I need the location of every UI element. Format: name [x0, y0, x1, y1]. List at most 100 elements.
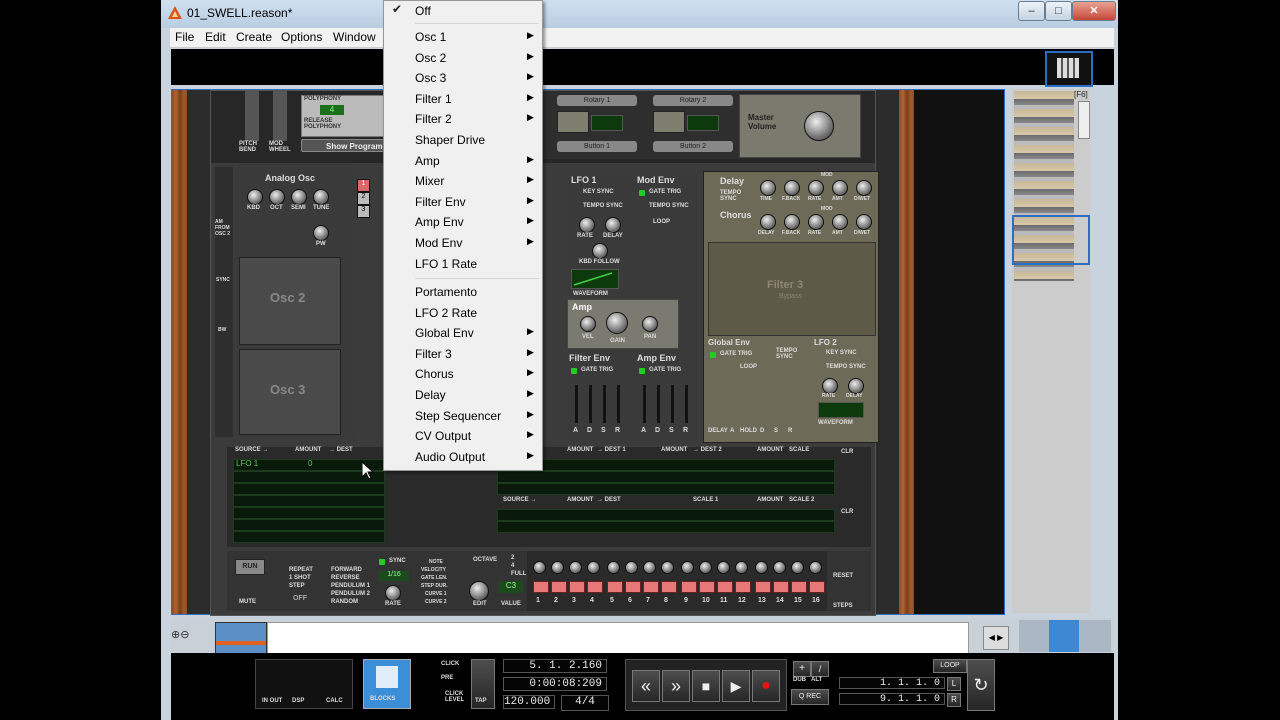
left-locator-button[interactable]: L [947, 677, 961, 691]
rotary-2-knob[interactable] [653, 111, 685, 133]
menu-item-step-sequencer[interactable]: Step Sequencer ▶ [384, 406, 542, 426]
menu-item-filter-2[interactable]: Filter 2 ▶ [384, 109, 542, 129]
chorus-fback-knob[interactable] [784, 214, 800, 230]
master-volume-knob[interactable] [804, 111, 834, 141]
step-button-9[interactable] [681, 581, 697, 593]
click-label[interactable]: CLICK [441, 661, 459, 667]
step-knob-6[interactable] [625, 561, 638, 574]
delay-amt-knob[interactable] [832, 180, 848, 196]
menu-item-filter-1[interactable]: Filter 1 ▶ [384, 89, 542, 109]
mod-env-gate-trig-led[interactable] [639, 190, 645, 196]
step-knob-16[interactable] [809, 561, 822, 574]
filter-env-gate-trig-led[interactable] [571, 368, 577, 374]
right-locator-display[interactable]: 9. 1. 1. 0 [839, 693, 945, 705]
loop-button[interactable]: LOOP [933, 659, 967, 673]
edit-knob[interactable] [469, 581, 489, 601]
step-button-16[interactable] [809, 581, 825, 593]
menu-item-lfo-2-rate[interactable]: LFO 2 Rate [384, 303, 542, 323]
step-knob-14[interactable] [773, 561, 786, 574]
menu-item-mixer[interactable]: Mixer ▶ [384, 171, 542, 191]
amp-env-gate-trig-led[interactable] [639, 368, 645, 374]
blocks-button[interactable]: BLOCKS [363, 659, 411, 709]
menu-item-filter-env[interactable]: Filter Env ▶ [384, 192, 542, 212]
menu-create[interactable]: Create [236, 30, 272, 44]
button-1[interactable]: Button 1 [557, 141, 637, 152]
step-knob-13[interactable] [755, 561, 768, 574]
osc1-semi-knob[interactable] [291, 189, 307, 205]
osc1-tune-knob[interactable] [313, 189, 329, 205]
step-button-2[interactable] [551, 581, 567, 593]
chorus-rate-knob[interactable] [808, 214, 824, 230]
step-button-14[interactable] [773, 581, 789, 593]
chorus-delay-knob[interactable] [760, 214, 776, 230]
osc2-slot[interactable]: Osc 2 [239, 257, 341, 345]
maximize-button[interactable]: □ [1045, 1, 1072, 21]
route-3-button[interactable]: 3 [357, 205, 370, 218]
osc1-kbd-knob[interactable] [247, 189, 263, 205]
menu-item-osc-2[interactable]: Osc 2 ▶ [384, 48, 542, 68]
amp-env-d-fader[interactable] [657, 385, 660, 423]
delay-time-knob[interactable] [760, 180, 776, 196]
menu-window[interactable]: Window [333, 30, 376, 44]
tap-button[interactable]: TAP [471, 659, 495, 709]
menu-item-mod-env[interactable]: Mod Env ▶ [384, 233, 542, 253]
song-timeline[interactable] [267, 622, 969, 654]
step-button-6[interactable] [625, 581, 641, 593]
menu-item-osc-3[interactable]: Osc 3 ▶ [384, 68, 542, 88]
step-button-10[interactable] [699, 581, 715, 593]
minimize-button[interactable]: – [1018, 1, 1045, 21]
step-knob-11[interactable] [717, 561, 730, 574]
amp-env-a-fader[interactable] [643, 385, 646, 423]
filter-env-r-fader[interactable] [617, 385, 620, 423]
step-button-13[interactable] [755, 581, 771, 593]
step-knob-9[interactable] [681, 561, 694, 574]
lfo1-kbd-follow-knob[interactable] [592, 243, 608, 259]
filter-env-s-fader[interactable] [603, 385, 606, 423]
dir-pendulum-1[interactable]: PENDULUM 1 [331, 583, 370, 589]
menu-item-off[interactable]: ✔ Off [384, 1, 542, 21]
menu-options[interactable]: Options [281, 30, 322, 44]
rotary-1-knob[interactable] [557, 111, 589, 133]
seq-reset-label[interactable]: RESET [833, 573, 853, 579]
amp-gain-knob[interactable] [606, 312, 628, 334]
step-knob-15[interactable] [791, 561, 804, 574]
mode-off[interactable]: OFF [293, 595, 307, 602]
octave-opt-4[interactable]: 4 [511, 563, 514, 569]
dir-forward[interactable]: FORWARD [331, 567, 362, 573]
step-knob-5[interactable] [607, 561, 620, 574]
matrix-right-row-4[interactable] [497, 509, 835, 521]
target-gate-len[interactable]: GATE LEN. [421, 575, 447, 581]
close-button[interactable]: ✕ [1072, 1, 1116, 21]
amp-env-s-fader[interactable] [671, 385, 674, 423]
reason-logo-button[interactable]: ↻ [967, 659, 995, 711]
matrix-row-4[interactable] [233, 495, 385, 507]
scroll-arrows[interactable]: ◀ ▶ [983, 626, 1009, 650]
q-rec-button[interactable]: Q REC [791, 689, 829, 705]
step-knob-1[interactable] [533, 561, 546, 574]
step-knob-3[interactable] [569, 561, 582, 574]
seq-sync-led[interactable] [379, 559, 385, 565]
step-button-1[interactable] [533, 581, 549, 593]
step-knob-7[interactable] [643, 561, 656, 574]
signature-display[interactable]: 4/4 [561, 695, 609, 711]
matrix-right-row-3[interactable] [497, 483, 835, 495]
dir-pendulum-2[interactable]: PENDULUM 2 [331, 591, 370, 597]
target-step-dur[interactable]: STEP DUR. [421, 583, 448, 589]
step-button-12[interactable] [735, 581, 751, 593]
clr-button-2[interactable]: CLR [841, 509, 853, 515]
polyphony-display[interactable]: 4 [320, 105, 344, 115]
matrix-row-7[interactable] [233, 531, 385, 543]
target-note[interactable]: NOTE [429, 559, 443, 565]
menu-item-global-env[interactable]: Global Env ▶ [384, 323, 542, 343]
menu-file[interactable]: File [175, 30, 194, 44]
menu-item-delay[interactable]: Delay ▶ [384, 385, 542, 405]
dir-reverse[interactable]: REVERSE [331, 575, 360, 581]
rack-view-toggle[interactable] [1045, 51, 1093, 87]
rewind-button[interactable]: « [632, 670, 660, 702]
octave-opt-2[interactable]: 2 [511, 555, 514, 561]
matrix-row-3[interactable] [233, 483, 385, 495]
target-curve-1[interactable]: CURVE 1 [425, 591, 447, 597]
osc1-oct-knob[interactable] [269, 189, 285, 205]
delay-fback-knob[interactable] [784, 180, 800, 196]
step-knob-10[interactable] [699, 561, 712, 574]
